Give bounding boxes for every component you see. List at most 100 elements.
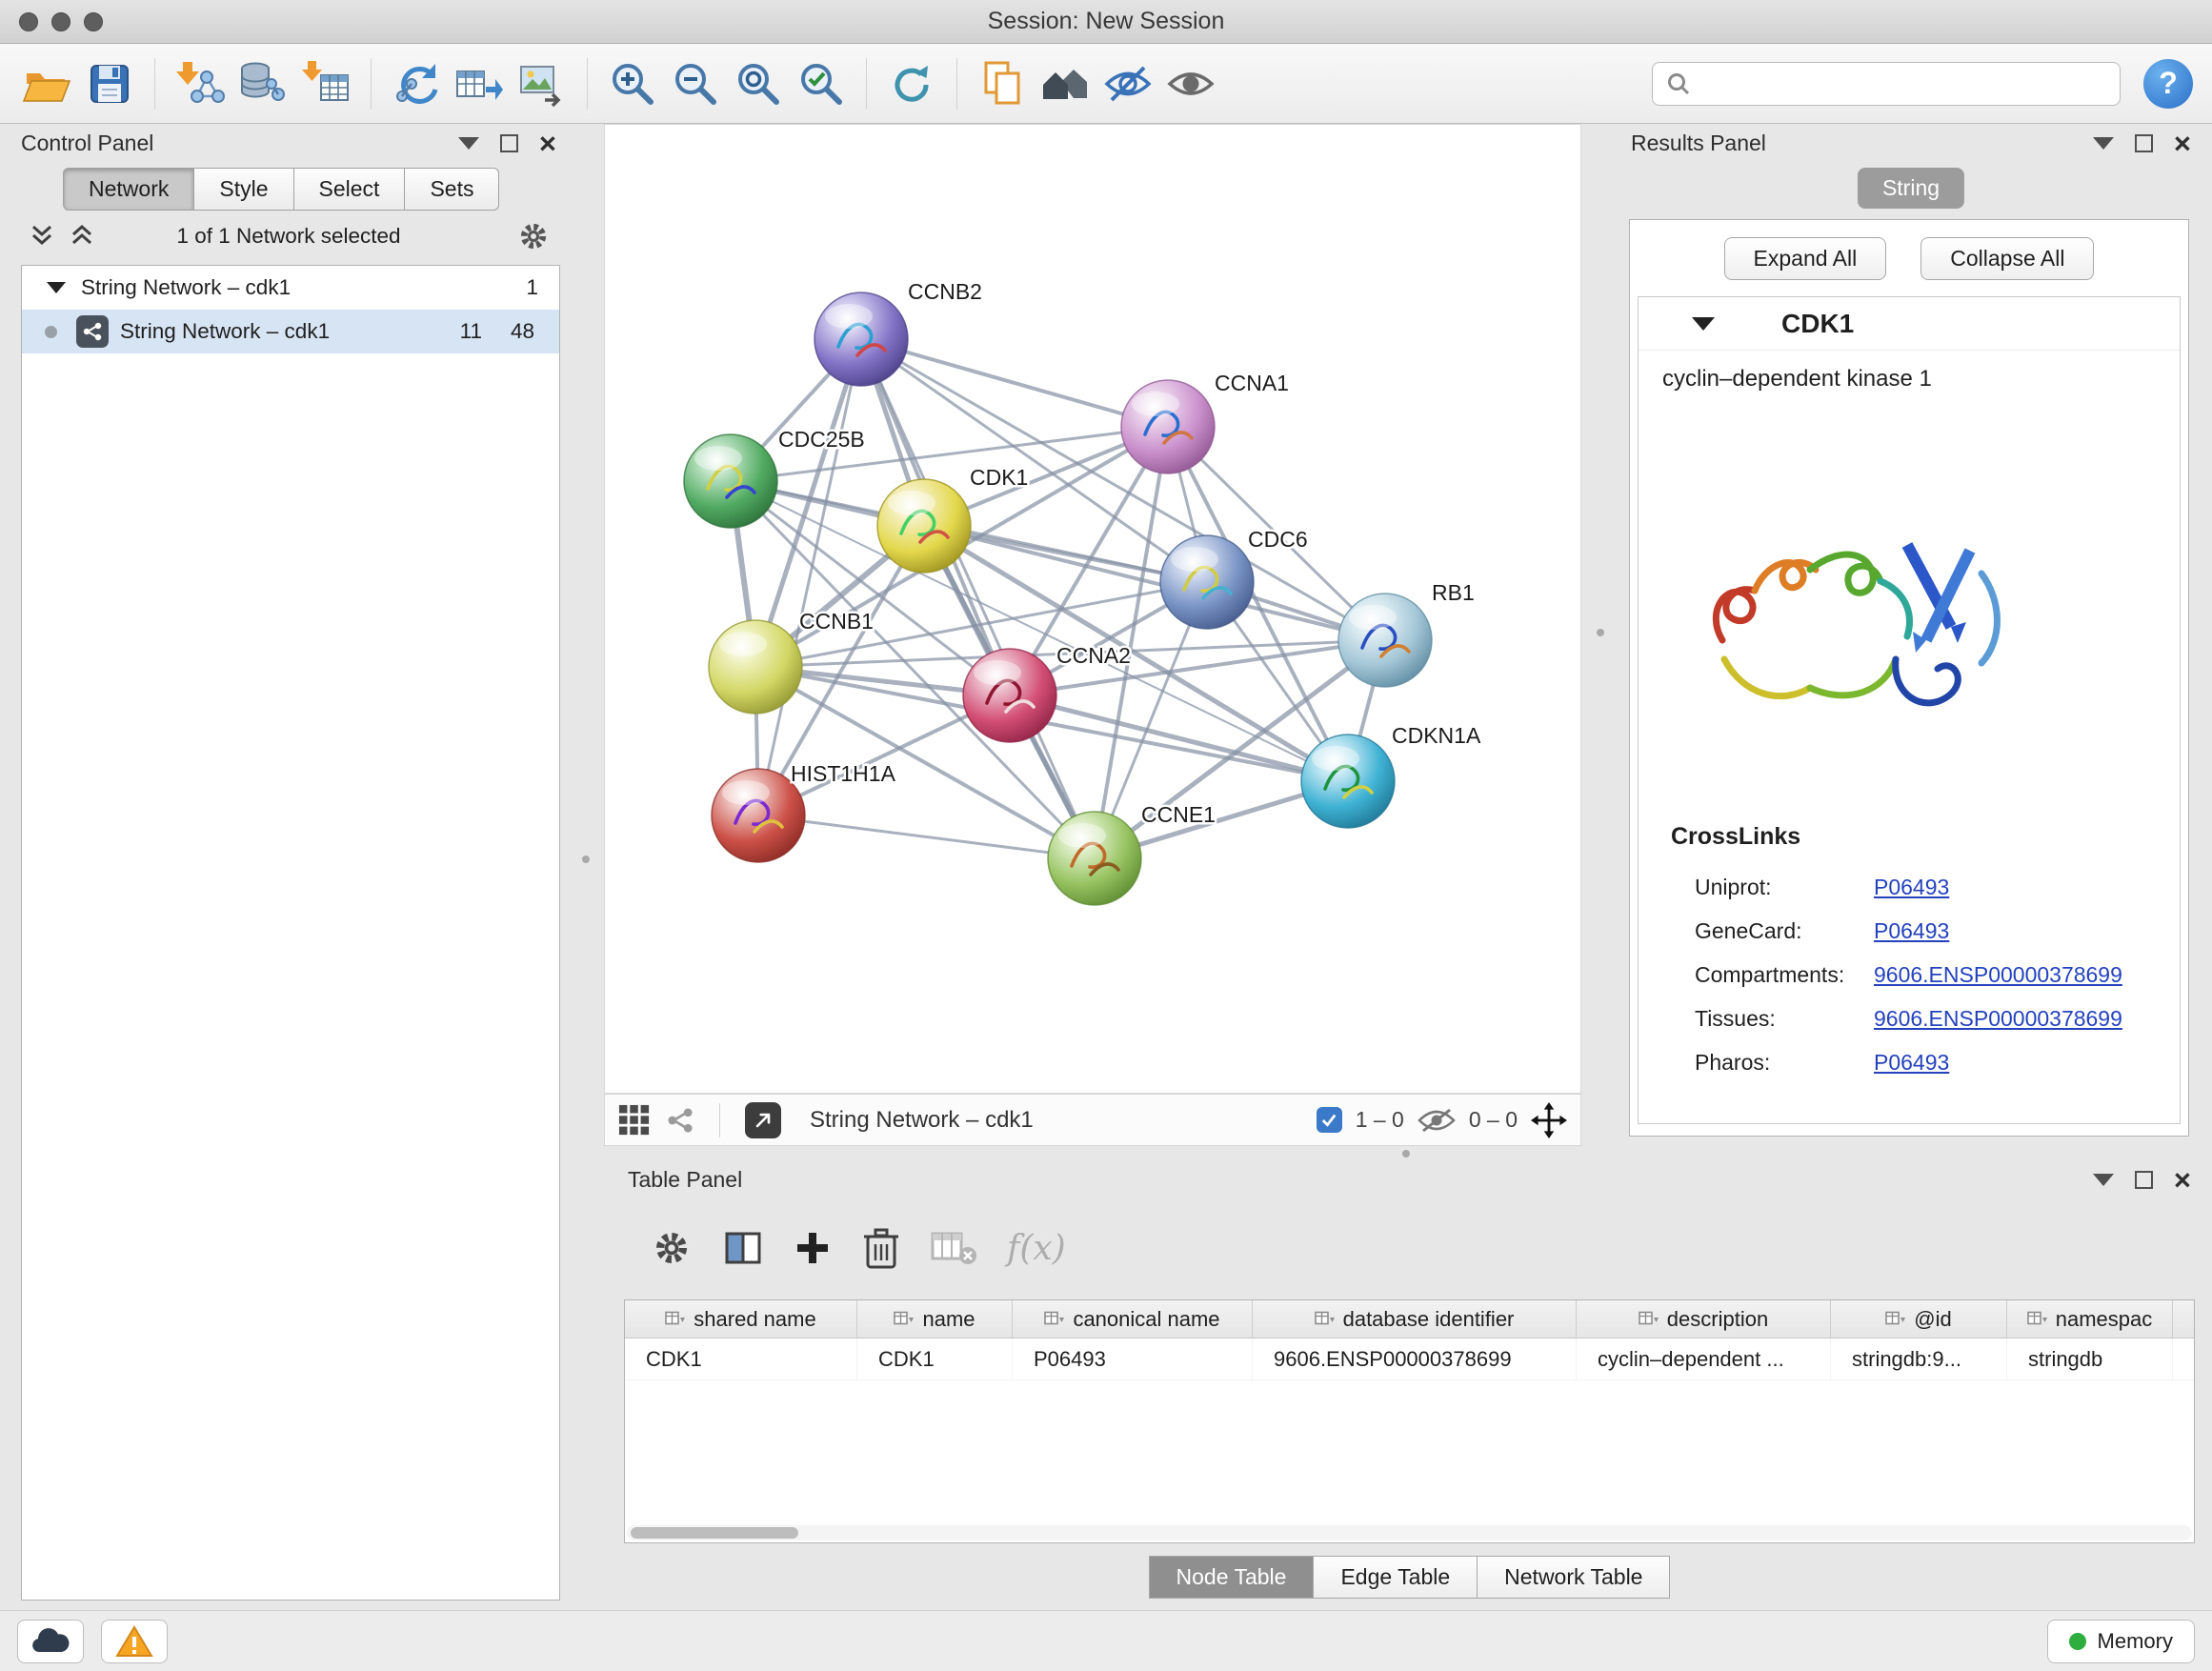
- new-network-from-selection-button[interactable]: [389, 56, 444, 111]
- crosslink-link[interactable]: P06493: [1874, 1050, 1949, 1076]
- edge-CCNB2-CCNA1[interactable]: [861, 339, 1168, 427]
- scrollbar-thumb[interactable]: [631, 1527, 798, 1539]
- zoom-in-button[interactable]: [605, 56, 660, 111]
- network-node-RB1[interactable]: [1338, 594, 1432, 687]
- home-views-button[interactable]: [1037, 56, 1093, 111]
- table-cell[interactable]: stringdb:9...: [1831, 1339, 2007, 1379]
- column-header-database-identifier[interactable]: database identifier: [1253, 1300, 1577, 1338]
- column-header-shared-name[interactable]: shared name: [625, 1300, 857, 1338]
- edge-CCNB2-HIST1H1A[interactable]: [758, 339, 861, 815]
- float-panel-icon[interactable]: [2093, 1174, 2114, 1186]
- edge-CCNE1-HIST1H1A[interactable]: [758, 815, 1095, 858]
- network-node-CDC25B[interactable]: [684, 434, 777, 528]
- crosslink-link[interactable]: P06493: [1874, 918, 1949, 944]
- selected-checkbox-icon[interactable]: [1317, 1107, 1342, 1133]
- dock-panel-icon[interactable]: [2135, 134, 2153, 152]
- delete-table-icon[interactable]: [931, 1228, 978, 1268]
- column-header--id[interactable]: @id: [1831, 1300, 2007, 1338]
- open-session-button[interactable]: [19, 56, 74, 111]
- table-tab-network-table[interactable]: Network Table: [1478, 1556, 1670, 1599]
- search-input[interactable]: [1700, 71, 2106, 96]
- left-splitter-handle[interactable]: [582, 856, 590, 863]
- refresh-layout-button[interactable]: [884, 56, 939, 111]
- section-collapse-icon[interactable]: [1692, 317, 1715, 331]
- table-cell[interactable]: 9606.ENSP00000378699: [1253, 1339, 1577, 1379]
- control-tab-style[interactable]: Style: [194, 168, 293, 211]
- close-panel-icon[interactable]: ×: [539, 129, 556, 158]
- column-header-canonical-name[interactable]: canonical name: [1013, 1300, 1253, 1338]
- import-network-file-button[interactable]: [172, 56, 228, 111]
- bottom-splitter-handle[interactable]: [1402, 1150, 1410, 1158]
- crosslink-link[interactable]: 9606.ENSP00000378699: [1874, 1006, 2122, 1032]
- open-in-new-window-icon[interactable]: [745, 1102, 781, 1138]
- network-node-CDK1[interactable]: [877, 479, 971, 573]
- table-cell[interactable]: CDK1: [625, 1339, 857, 1379]
- save-session-button[interactable]: [82, 56, 137, 111]
- column-header-description[interactable]: description: [1577, 1300, 1831, 1338]
- help-button[interactable]: ?: [2143, 59, 2193, 109]
- edge-CCNB2-CCNE1[interactable]: [861, 339, 1095, 858]
- warnings-button[interactable]: [101, 1620, 168, 1663]
- cloud-status-button[interactable]: [17, 1620, 84, 1663]
- zoom-fit-button[interactable]: [731, 56, 786, 111]
- network-node-CCNE1[interactable]: [1048, 812, 1141, 905]
- protein-section-header[interactable]: CDK1: [1639, 297, 2180, 351]
- network-node-CCNA2[interactable]: [963, 649, 1056, 742]
- show-columns-icon[interactable]: [721, 1226, 765, 1270]
- table-tab-edge-table[interactable]: Edge Table: [1314, 1556, 1478, 1599]
- tab-string[interactable]: String: [1858, 168, 1964, 209]
- new-table-from-network-button[interactable]: [452, 56, 507, 111]
- column-header-name[interactable]: name: [857, 1300, 1013, 1338]
- copy-document-button[interactable]: [975, 56, 1030, 111]
- network-row[interactable]: String Network – cdk1 11 48: [22, 310, 559, 353]
- network-node-CCNB1[interactable]: [709, 620, 802, 714]
- collapse-all-button[interactable]: Collapse All: [1920, 237, 2094, 280]
- expand-all-button[interactable]: Expand All: [1724, 237, 1887, 280]
- network-node-CDKN1A[interactable]: [1301, 735, 1395, 828]
- zoom-out-button[interactable]: [668, 56, 723, 111]
- network-node-CDC6[interactable]: [1160, 535, 1254, 629]
- zoom-selected-button[interactable]: [794, 56, 849, 111]
- float-panel-icon[interactable]: [458, 137, 479, 150]
- table-cell[interactable]: cyclin–dependent ...: [1577, 1339, 1831, 1379]
- control-tab-select[interactable]: Select: [294, 168, 406, 211]
- table-tab-node-table[interactable]: Node Table: [1149, 1556, 1315, 1599]
- float-panel-icon[interactable]: [2093, 137, 2114, 150]
- network-node-CCNA1[interactable]: [1121, 380, 1215, 473]
- table-cell[interactable]: CDK1: [857, 1339, 1013, 1379]
- network-canvas[interactable]: CCNB2CCNA1CDC25BCDK1CDC6RB1CCNB1CCNA2CDK…: [604, 124, 1581, 1094]
- table-options-gear-icon[interactable]: [651, 1227, 693, 1269]
- network-collection-row[interactable]: String Network – cdk1 1: [22, 266, 559, 310]
- pan-crosshair-icon[interactable]: [1531, 1102, 1567, 1138]
- close-panel-icon[interactable]: ×: [2174, 1165, 2191, 1195]
- right-splitter-handle[interactable]: [1597, 629, 1604, 636]
- control-tab-network[interactable]: Network: [63, 168, 194, 211]
- collection-collapse-icon[interactable]: [47, 282, 66, 293]
- close-panel-icon[interactable]: ×: [2174, 129, 2191, 158]
- crosslink-link[interactable]: 9606.ENSP00000378699: [1874, 962, 2122, 988]
- share-network-icon[interactable]: [666, 1106, 694, 1135]
- crosslink-link[interactable]: P06493: [1874, 875, 1949, 900]
- table-cell[interactable]: stringdb: [2007, 1339, 2173, 1379]
- dock-panel-icon[interactable]: [500, 134, 518, 152]
- export-image-button[interactable]: [514, 56, 570, 111]
- delete-column-icon[interactable]: [860, 1225, 902, 1271]
- import-table-file-button[interactable]: [298, 56, 353, 111]
- network-node-CCNB2[interactable]: [814, 292, 908, 386]
- create-column-icon[interactable]: [794, 1229, 832, 1267]
- toolbar-search[interactable]: [1652, 62, 2121, 106]
- hide-graphics-details-button[interactable]: [1100, 56, 1156, 111]
- node-label-CDKN1A: CDKN1A: [1392, 723, 1481, 748]
- function-builder-icon[interactable]: f(x): [1007, 1229, 1066, 1268]
- dock-panel-icon[interactable]: [2135, 1171, 2153, 1189]
- import-network-database-button[interactable]: [235, 56, 291, 111]
- memory-button[interactable]: Memory: [2047, 1620, 2195, 1663]
- show-graphics-details-button[interactable]: [1163, 56, 1218, 111]
- table-cell[interactable]: P06493: [1013, 1339, 1253, 1379]
- table-horizontal-scrollbar[interactable]: [627, 1525, 2192, 1540]
- column-header-namespac[interactable]: namespac: [2007, 1300, 2173, 1338]
- table-row[interactable]: CDK1CDK1P064939606.ENSP00000378699cyclin…: [625, 1339, 2194, 1380]
- birdseye-grid-icon[interactable]: [618, 1104, 651, 1137]
- hidden-eye-slash-icon[interactable]: [1418, 1107, 1456, 1134]
- control-tab-sets[interactable]: Sets: [405, 168, 499, 211]
